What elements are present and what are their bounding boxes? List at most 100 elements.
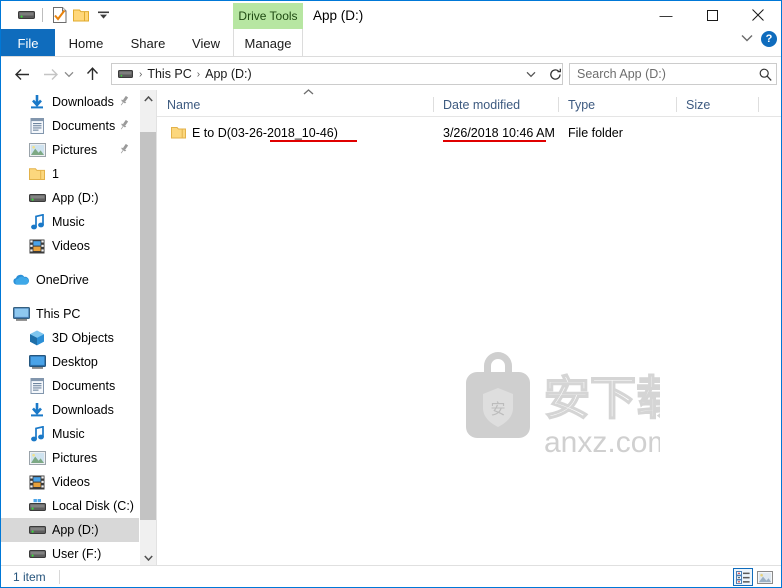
sidebar-item-app-d[interactable]: App (D:): [1, 518, 139, 542]
forward-button: [39, 62, 61, 86]
pin-icon[interactable]: [118, 95, 130, 107]
navigation-pane[interactable]: Downloads Documents Pictures 1 App (D:) Music…: [1, 90, 139, 566]
column-header-name[interactable]: Name: [157, 89, 433, 116]
contextual-tab-header: Drive Tools: [233, 3, 303, 29]
toolbar-separator: [42, 8, 43, 22]
quick-access-toolbar: [1, 4, 114, 26]
scrollbar-thumb[interactable]: [140, 132, 156, 520]
column-header-type[interactable]: Type: [558, 93, 676, 116]
date-annotation-underline: [443, 140, 546, 142]
search-input[interactable]: [570, 66, 754, 82]
sidebar-item-label: Desktop: [52, 355, 98, 369]
folder-icon: [27, 164, 47, 184]
sidebar-item-label: OneDrive: [36, 273, 89, 287]
breadcrumb-separator-0[interactable]: ›: [137, 69, 144, 80]
sidebar-item-label: Music: [52, 427, 85, 441]
column-header-name-label: Name: [167, 97, 201, 112]
tab-file[interactable]: File: [1, 29, 55, 57]
sidebar-item-downloads[interactable]: Downloads: [1, 398, 139, 422]
sidebar-item-onedrive[interactable]: OneDrive: [1, 268, 139, 292]
drive-icon: [27, 520, 47, 540]
sidebar-item-pictures[interactable]: Pictures: [1, 138, 139, 162]
recent-locations-icon[interactable]: [61, 62, 77, 86]
sidebar-item-label: App (D:): [52, 523, 99, 537]
close-button[interactable]: [735, 1, 781, 29]
minimize-button[interactable]: —: [643, 1, 689, 29]
scroll-up-button[interactable]: [140, 90, 156, 107]
chevron-down-icon[interactable]: [741, 33, 753, 45]
title-bar: Drive Tools App (D:) —: [1, 1, 781, 29]
file-list[interactable]: E to D(03-26-2018_10-46) 3/26/2018 10:46…: [157, 117, 781, 566]
customize-dropdown-icon[interactable]: [92, 4, 114, 26]
sidebar-item-pictures[interactable]: Pictures: [1, 446, 139, 470]
window-controls: —: [643, 1, 781, 29]
sidebar-item-documents[interactable]: Documents: [1, 114, 139, 138]
tab-home[interactable]: Home: [55, 29, 117, 57]
back-button[interactable]: [11, 62, 33, 86]
svg-text:安下载: 安下载: [544, 371, 660, 425]
breadcrumb-item-app-d[interactable]: App (D:): [202, 67, 255, 81]
refresh-button[interactable]: [546, 63, 564, 85]
sidebar-item-local-disk-c[interactable]: Local Disk (C:): [1, 494, 139, 518]
pictures-icon: [27, 140, 47, 160]
navigation-scrollbar[interactable]: [140, 90, 156, 566]
download-icon: [27, 400, 47, 420]
windrive-icon: [27, 496, 47, 516]
video-icon: [27, 472, 47, 492]
new-folder-icon[interactable]: [70, 4, 92, 26]
tab-share[interactable]: Share: [117, 29, 179, 57]
sidebar-item-label: Pictures: [52, 451, 98, 465]
column-divider-4[interactable]: [758, 97, 759, 112]
ribbon-tab-strip: File Home Share View Manage: [1, 29, 781, 57]
sidebar-item-label: Documents: [52, 379, 116, 393]
sidebar-item-desktop[interactable]: Desktop: [1, 350, 139, 374]
sidebar-item-documents[interactable]: Documents: [1, 374, 139, 398]
sidebar-item-label: App (D:): [52, 191, 99, 205]
window-title: App (D:): [313, 8, 364, 23]
help-icon[interactable]: ?: [761, 31, 777, 47]
properties-icon[interactable]: [48, 4, 70, 26]
sidebar-item-3d-objects[interactable]: 3D Objects: [1, 326, 139, 350]
sidebar-item-music[interactable]: Music: [1, 422, 139, 446]
onedrive-icon: [11, 270, 31, 290]
details-view-button[interactable]: [733, 568, 753, 586]
sidebar-item-videos[interactable]: Videos: [1, 470, 139, 494]
sidebar-item-this-pc[interactable]: This PC: [1, 302, 139, 326]
scroll-down-button[interactable]: [140, 549, 156, 566]
up-button[interactable]: [81, 62, 103, 86]
pin-icon[interactable]: [118, 119, 130, 131]
large-icons-view-button[interactable]: [755, 568, 775, 586]
sidebar-item-label: User (F:): [52, 547, 102, 561]
column-header-date-modified[interactable]: Date modified: [433, 93, 558, 116]
sidebar-item-1[interactable]: 1: [1, 162, 139, 186]
ribbon-right-controls: ?: [741, 31, 777, 47]
sidebar-item-label: This PC: [36, 307, 81, 321]
sidebar-item-user-f[interactable]: User (F:): [1, 542, 139, 566]
pin-icon[interactable]: [118, 143, 130, 155]
pictures-icon: [27, 448, 47, 468]
desktop-icon: [27, 352, 47, 372]
maximize-button[interactable]: [689, 1, 735, 29]
sidebar-item-music[interactable]: Music: [1, 210, 139, 234]
folder-icon: [171, 126, 186, 139]
sidebar-item-videos[interactable]: Videos: [1, 234, 139, 258]
breadcrumb[interactable]: › This PC › App (D:): [111, 63, 563, 85]
breadcrumb-dropdown-icon[interactable]: [522, 64, 540, 84]
sidebar-item-downloads[interactable]: Downloads: [1, 90, 139, 114]
tab-view[interactable]: View: [179, 29, 233, 57]
sidebar-item-label: Music: [52, 215, 85, 229]
table-row[interactable]: E to D(03-26-2018_10-46) 3/26/2018 10:46…: [157, 122, 781, 144]
breadcrumb-item-this-pc[interactable]: This PC: [144, 67, 194, 81]
search-icon[interactable]: [754, 68, 776, 81]
drive-icon: [27, 544, 47, 564]
sidebar-item-app-d[interactable]: App (D:): [1, 186, 139, 210]
breadcrumb-separator-1[interactable]: ›: [195, 69, 202, 80]
drive-icon[interactable]: [15, 4, 37, 26]
column-header-size[interactable]: Size: [676, 93, 758, 116]
status-separator: [59, 570, 60, 584]
breadcrumb-drive-icon: [112, 69, 137, 80]
search-box[interactable]: [569, 63, 777, 85]
tab-manage[interactable]: Manage: [233, 29, 303, 57]
file-type-cell: File folder: [568, 126, 623, 140]
music-icon: [27, 212, 47, 232]
